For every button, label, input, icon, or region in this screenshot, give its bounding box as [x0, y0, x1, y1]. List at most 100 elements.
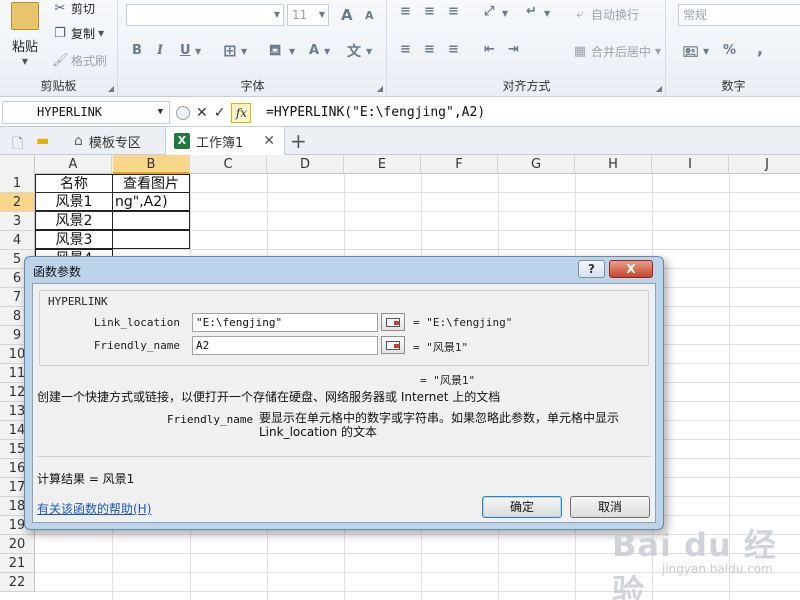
row-header-1[interactable]: 1: [0, 174, 35, 193]
cell-a1[interactable]: 名称: [35, 174, 113, 193]
cell-b2[interactable]: ng",A2): [112, 192, 190, 211]
comma-button[interactable]: ,: [757, 39, 763, 58]
phonetic-icon[interactable]: 文: [347, 41, 361, 61]
borders-dropdown-icon[interactable]: ▼: [241, 47, 247, 56]
function-help-link[interactable]: 有关该函数的帮助(H): [37, 500, 151, 517]
bold-button[interactable]: B: [132, 43, 142, 58]
copy-dropdown-icon[interactable]: ▼: [98, 29, 104, 38]
dialog-close-button[interactable]: X: [609, 260, 653, 278]
column-header-f[interactable]: F: [421, 155, 498, 174]
wrap-text-button[interactable]: ⤶ 自动换行: [572, 6, 639, 23]
column-header-c[interactable]: C: [190, 155, 267, 174]
column-header-d[interactable]: D: [267, 155, 344, 174]
alignment-group-label: 对齐方式: [502, 79, 551, 93]
name-box[interactable]: HYPERLINK ▼: [2, 101, 170, 124]
paste-dropdown-icon[interactable]: ▼: [22, 57, 28, 66]
phonetic-dropdown-icon[interactable]: ▼: [366, 47, 372, 56]
indent-rtl-icon[interactable]: ↵: [526, 4, 537, 19]
column-header-i[interactable]: I: [652, 155, 729, 174]
currency-icon[interactable]: 🖭: [683, 43, 698, 65]
align-right-icon[interactable]: ≡: [448, 42, 459, 57]
friendly-name-input[interactable]: A2: [192, 336, 378, 355]
borders-icon[interactable]: ⊞: [223, 41, 236, 60]
copy-button[interactable]: ❐ 复制 ▼: [52, 25, 104, 42]
font-color-dropdown-icon[interactable]: ▼: [324, 47, 330, 56]
font-color-button[interactable]: A: [309, 43, 319, 58]
new-tab-plus-icon[interactable]: +: [290, 129, 307, 153]
enter-check-icon[interactable]: ✓: [214, 105, 226, 121]
dialog-help-button[interactable]: ?: [578, 260, 605, 278]
cut-button[interactable]: ✂ 剪切: [52, 0, 95, 17]
cell-a4[interactable]: 风景3: [35, 230, 113, 249]
fill-color-icon[interactable]: ⛾: [269, 41, 281, 61]
decrease-indent-icon[interactable]: ⇤: [484, 42, 495, 57]
number-format-combo[interactable]: 常规: [678, 4, 800, 26]
link-location-collapse-button[interactable]: [381, 313, 405, 331]
insert-function-button[interactable]: fx: [231, 102, 252, 123]
align-bottom-icon[interactable]: ≡: [448, 4, 459, 19]
alignment-launcher-icon[interactable]: ◢: [656, 84, 662, 93]
merge-center-button[interactable]: ▦ 合并后居中 ▼: [572, 43, 661, 60]
formula-buttons: ✕ ✓ fx: [176, 101, 256, 124]
underline-button[interactable]: U: [180, 43, 191, 58]
tab-workbook-label: 工作簿1: [196, 135, 244, 151]
indent-rtl-dropdown-icon[interactable]: ▼: [544, 9, 550, 18]
cell-b1[interactable]: 查看图片: [112, 174, 190, 193]
expand-handle-icon[interactable]: [176, 105, 190, 120]
column-header-g[interactable]: G: [498, 155, 575, 174]
home-icon: ⌂: [74, 133, 83, 149]
row-header-4[interactable]: 4: [0, 231, 35, 250]
align-top-icon[interactable]: ≡: [400, 4, 411, 19]
merge-center-dropdown-icon[interactable]: ▼: [655, 47, 661, 56]
formula-input[interactable]: =HYPERLINK("E:\fengjing",A2): [266, 101, 485, 124]
row-header-22[interactable]: 22: [0, 573, 35, 592]
orientation-icon[interactable]: ⤢: [484, 4, 494, 19]
align-middle-icon[interactable]: ≡: [424, 4, 435, 19]
folder-icon[interactable]: ▬: [36, 133, 49, 149]
column-header-b[interactable]: B: [113, 155, 190, 174]
cell-b3[interactable]: [112, 211, 190, 230]
number-group-label: 数字: [721, 79, 746, 93]
currency-dropdown-icon[interactable]: ▼: [703, 47, 709, 56]
italic-button[interactable]: I: [157, 43, 163, 58]
row-header-20[interactable]: 20: [0, 535, 35, 554]
increase-indent-icon[interactable]: ⇥: [508, 42, 519, 57]
new-file-icon[interactable]: 🗋: [12, 133, 23, 157]
tab-template-zone[interactable]: ⌂ 模板专区: [66, 127, 149, 155]
clipboard-group-label: 剪贴板: [40, 79, 77, 93]
percent-button[interactable]: %: [723, 43, 736, 58]
font-name-dropdown-icon: ▼: [273, 10, 280, 19]
column-header-h[interactable]: H: [575, 155, 652, 174]
link-location-input[interactable]: "E:\fengjing": [192, 313, 378, 332]
row-header-21[interactable]: 21: [0, 554, 35, 573]
font-size-combo[interactable]: 11 ▼: [287, 4, 329, 26]
row-header-3[interactable]: 3: [0, 212, 35, 231]
align-left-icon[interactable]: ≡: [400, 42, 411, 57]
format-painter-button[interactable]: 🖌 格式刷: [52, 52, 107, 69]
tab-workbook1[interactable]: X 工作簿1 ✕: [165, 127, 285, 155]
ok-button[interactable]: 确定: [482, 496, 562, 518]
cancel-button[interactable]: 取消: [570, 496, 650, 518]
dialog-divider: [37, 456, 651, 457]
paste-button[interactable]: 粘贴 ▼: [6, 2, 44, 66]
font-name-combo[interactable]: ▼: [126, 4, 284, 26]
name-box-dropdown-icon[interactable]: ▼: [158, 102, 163, 123]
column-header-j[interactable]: J: [729, 155, 800, 174]
clipboard-launcher-icon[interactable]: ◢: [108, 84, 114, 93]
column-header-e[interactable]: E: [344, 155, 421, 174]
underline-dropdown-icon[interactable]: ▼: [195, 47, 201, 56]
cell-a3[interactable]: 风景2: [35, 211, 113, 230]
fill-color-dropdown-icon[interactable]: ▼: [289, 47, 295, 56]
select-all-corner[interactable]: [0, 155, 35, 174]
close-tab-icon[interactable]: ✕: [263, 133, 275, 149]
grow-font-button[interactable]: A: [341, 6, 353, 24]
row-header-2[interactable]: 2: [0, 193, 35, 212]
shrink-font-button[interactable]: A: [365, 9, 374, 22]
cancel-x-icon[interactable]: ✕: [196, 105, 208, 121]
column-header-a[interactable]: A: [35, 155, 112, 174]
orientation-dropdown-icon[interactable]: ▼: [502, 9, 508, 18]
cell-b4[interactable]: [112, 230, 190, 249]
font-launcher-icon[interactable]: ◢: [377, 84, 383, 93]
align-center-icon[interactable]: ≡: [424, 42, 435, 57]
friendly-name-collapse-button[interactable]: [381, 336, 405, 354]
